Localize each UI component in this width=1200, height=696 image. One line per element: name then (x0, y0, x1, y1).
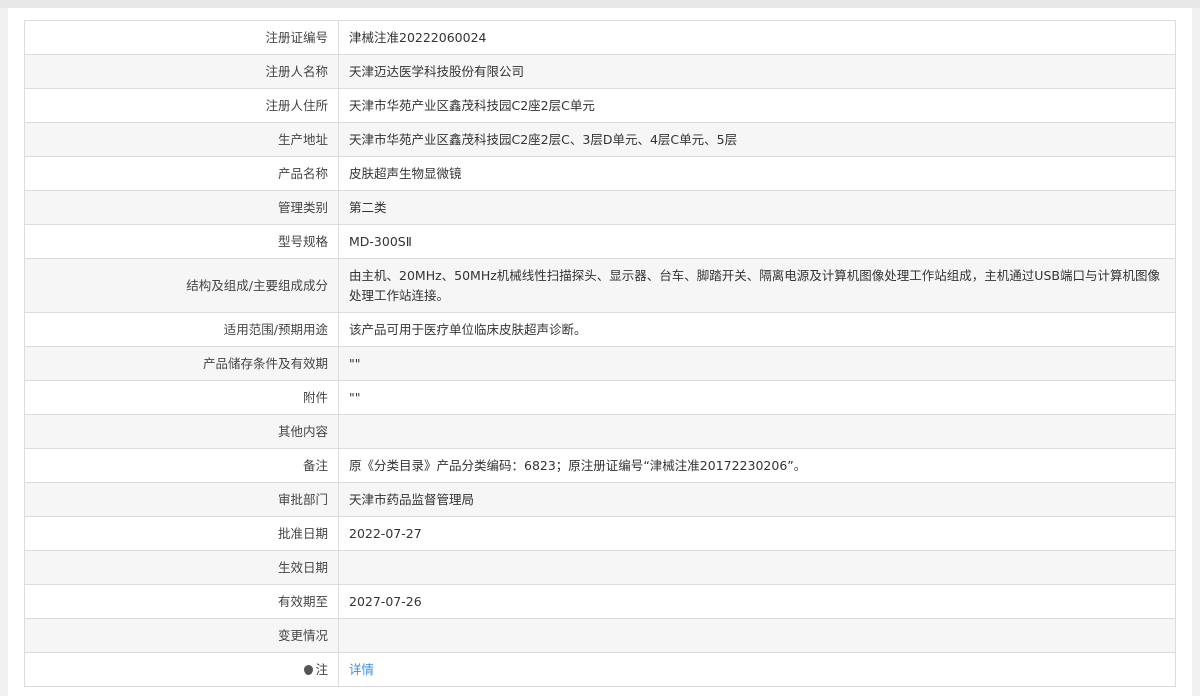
table-row: 备注 原《分类目录》产品分类编码：6823；原注册证编号“津械注准20172230… (24, 448, 1176, 483)
row-label: 备注 (24, 448, 339, 483)
row-value: 津械注准20222060024 (338, 20, 1176, 55)
row-value: 该产品可用于医疗单位临床皮肤超声诊断。 (338, 312, 1176, 347)
registration-detail-table: 注册证编号 津械注准20222060024 注册人名称 天津迈达医学科技股份有限公司注… (24, 20, 1176, 687)
row-value: 皮肤超声生物显微镜 (338, 156, 1176, 191)
row-value: 原《分类目录》产品分类编码：6823；原注册证编号“津械注准2017223020… (338, 448, 1176, 483)
table-row: 附件 "" (24, 380, 1176, 415)
table-row: 结构及组成/主要组成成分 由主机、20MHz、50MHz机械线性扫描探头、显示器、… (24, 258, 1176, 313)
table-row: 产品储存条件及有效期 "" (24, 346, 1176, 381)
row-label: 注册证编号 (24, 20, 339, 55)
table-row: 生产地址 天津市华苑产业区鑫茂科技园C2座2层C、3层D单元、4层C单元、5层 (24, 122, 1176, 157)
row-label: 结构及组成/主要组成成分 (24, 258, 339, 313)
row-value (338, 550, 1176, 585)
detail-panel: 注册证编号 津械注准20222060024 注册人名称 天津迈达医学科技股份有限公司注… (8, 8, 1192, 696)
row-value: 详情 (338, 652, 1176, 687)
table-row: 变更情况 (24, 618, 1176, 653)
note-label: 注 (315, 661, 328, 677)
row-label: 注册人名称 (24, 54, 339, 89)
row-value: 天津市华苑产业区鑫茂科技园C2座2层C、3层D单元、4层C单元、5层 (338, 122, 1176, 157)
row-label: 变更情况 (24, 618, 339, 653)
row-value: 由主机、20MHz、50MHz机械线性扫描探头、显示器、台车、脚踏开关、隔离电源… (338, 258, 1176, 313)
row-label: 审批部门 (24, 482, 339, 517)
pin-icon (304, 664, 314, 675)
row-value: 天津市药品监督管理局 (338, 482, 1176, 517)
table-row: 审批部门 天津市药品监督管理局 (24, 482, 1176, 517)
row-label: 管理类别 (24, 190, 339, 225)
row-value: 天津迈达医学科技股份有限公司 (338, 54, 1176, 89)
table-row: 注册证编号 津械注准20222060024 (24, 20, 1176, 55)
table-row: 注册人名称 天津迈达医学科技股份有限公司 (24, 54, 1176, 89)
row-value: "" (338, 346, 1176, 381)
table-row: 管理类别 第二类 (24, 190, 1176, 225)
table-row: 生效日期 (24, 550, 1176, 585)
row-label: 有效期至 (24, 584, 339, 619)
row-label: 适用范围/预期用途 (24, 312, 339, 347)
table-row: 型号规格 MD-300SⅡ (24, 224, 1176, 259)
row-label: 生效日期 (24, 550, 339, 585)
row-value (338, 414, 1176, 449)
top-bar (0, 0, 1200, 8)
row-label: 产品储存条件及有效期 (24, 346, 339, 381)
row-label: 产品名称 (24, 156, 339, 191)
row-label: 注册人住所 (24, 88, 339, 123)
table-row: 适用范围/预期用途 该产品可用于医疗单位临床皮肤超声诊断。 (24, 312, 1176, 347)
row-label: 生产地址 (24, 122, 339, 157)
row-label: 其他内容 (24, 414, 339, 449)
details-link[interactable]: 详情 (349, 662, 374, 677)
row-value: 2027-07-26 (338, 584, 1176, 619)
row-label: 注 (24, 652, 339, 687)
row-value: 第二类 (338, 190, 1176, 225)
row-label: 型号规格 (24, 224, 339, 259)
row-value: "" (338, 380, 1176, 415)
table-row: 批准日期 2022-07-27 (24, 516, 1176, 551)
table-row: 产品名称 皮肤超声生物显微镜 (24, 156, 1176, 191)
table-row: 有效期至 2027-07-26 (24, 584, 1176, 619)
row-label: 附件 (24, 380, 339, 415)
row-value (338, 618, 1176, 653)
table-row-note: 注 详情 (24, 652, 1176, 687)
row-value: MD-300SⅡ (338, 224, 1176, 259)
row-label: 批准日期 (24, 516, 339, 551)
row-value: 2022-07-27 (338, 516, 1176, 551)
table-row: 其他内容 (24, 414, 1176, 449)
table-row: 注册人住所 天津市华苑产业区鑫茂科技园C2座2层C单元 (24, 88, 1176, 123)
row-value: 天津市华苑产业区鑫茂科技园C2座2层C单元 (338, 88, 1176, 123)
